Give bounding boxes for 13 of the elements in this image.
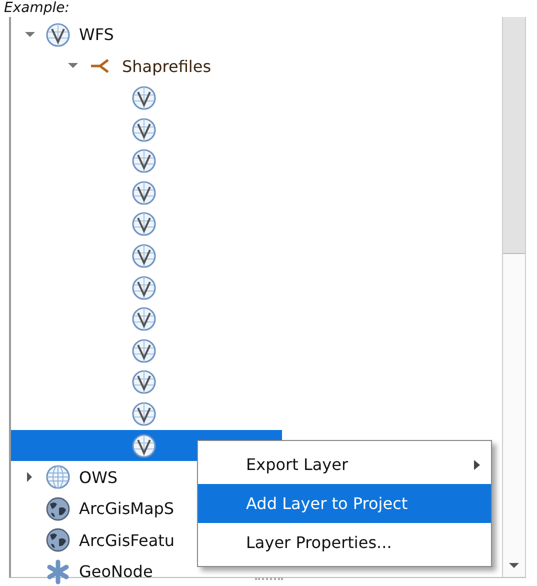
scrollbar[interactable]: [502, 17, 526, 577]
menu-item[interactable]: Add Layer to Project: [198, 484, 491, 523]
menu-item[interactable]: Layer Properties...: [198, 523, 491, 562]
tree-item-label[interactable]: ArcGisMapS: [79, 499, 174, 518]
resize-grip[interactable]: [255, 578, 283, 583]
caption-text: Example:: [3, 0, 70, 17]
tree-item-label[interactable]: GeoNode: [79, 562, 153, 582]
tree-item-label[interactable]: ArcGisFeatu: [79, 530, 175, 550]
tree-item-label[interactable]: Shaprefiles: [122, 56, 212, 76]
tree-item-label[interactable]: WFS: [79, 25, 114, 44]
tree-item-label[interactable]: OWS: [79, 468, 118, 487]
scrollbar-thumb[interactable]: [503, 17, 525, 254]
menu-item[interactable]: Export Layer: [198, 445, 491, 484]
